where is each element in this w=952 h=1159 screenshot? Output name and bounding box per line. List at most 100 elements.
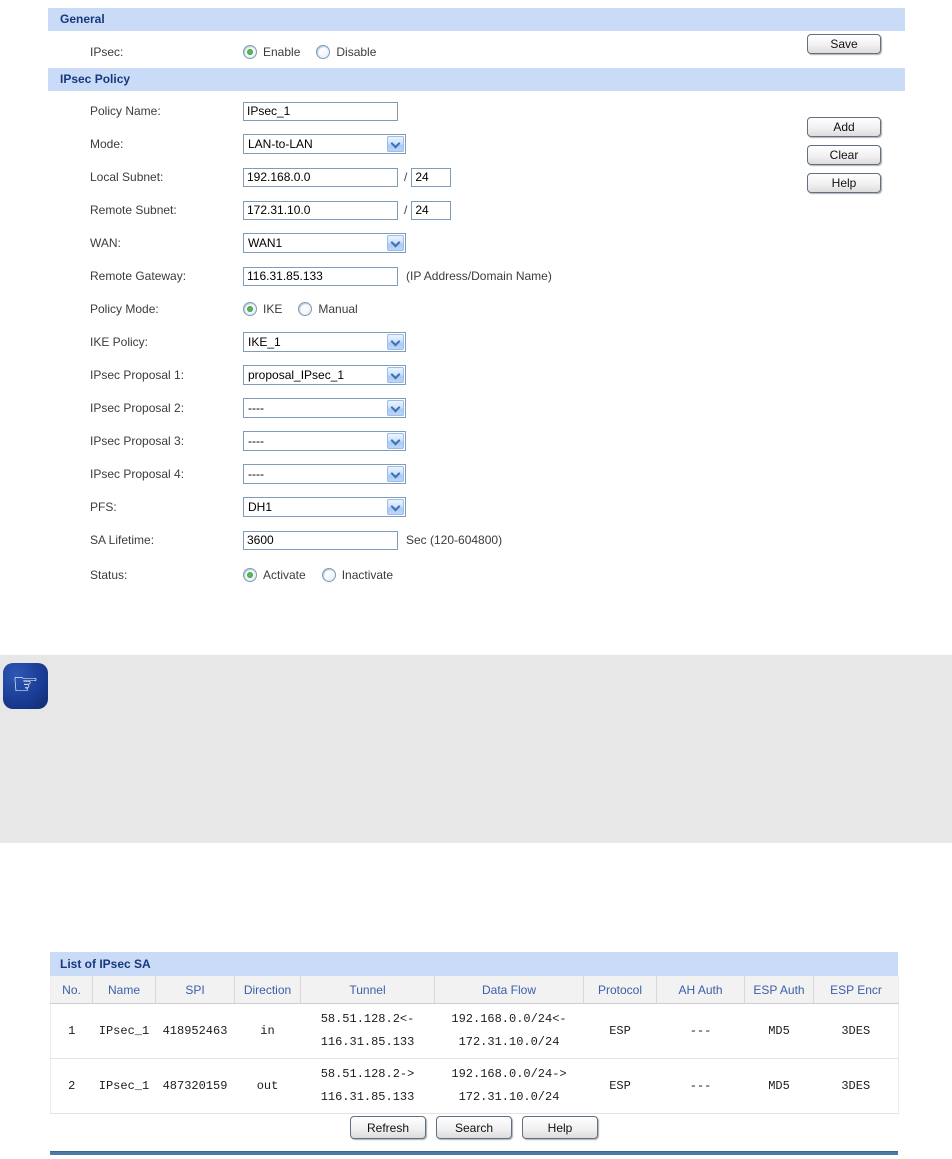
ipsec-sa-table: No. Name SPI Direction Tunnel Data Flow … — [50, 976, 899, 1114]
local-subnet-ip-input[interactable] — [243, 167, 398, 187]
tips-band: ☞ — [0, 655, 952, 843]
ipsec-proposal-2-label: IPsec Proposal 2: — [90, 401, 185, 415]
chevron-down-icon — [387, 235, 404, 251]
cell-spi: 487320159 — [155, 1058, 235, 1114]
status-label: Status: — [90, 568, 128, 582]
table-header-row: No. Name SPI Direction Tunnel Data Flow … — [50, 976, 899, 1004]
table-row: 1 IPsec_1 418952463 in 58.51.128.2<- 116… — [50, 1003, 899, 1059]
local-subnet-mask-input[interactable] — [411, 167, 452, 187]
sa-lifetime-input[interactable] — [243, 530, 398, 550]
ipsec-proposal-2-select[interactable]: ---- — [243, 398, 406, 418]
add-button[interactable]: Add — [807, 117, 881, 137]
col-header-ah-auth: AH Auth — [656, 976, 745, 1004]
cell-ah-auth: --- — [656, 1058, 745, 1114]
ipsec-proposal-2-select-value: ---- — [248, 401, 264, 415]
remote-subnet-ip-input[interactable] — [243, 200, 398, 220]
cell-esp-auth: MD5 — [744, 1058, 814, 1114]
sa-lifetime-note: Sec (120-604800) — [406, 533, 503, 547]
status-inactivate-radio-label: Inactivate — [341, 568, 394, 582]
clear-button[interactable]: Clear — [807, 145, 881, 165]
bottom-divider — [50, 1151, 898, 1155]
save-button[interactable]: Save — [807, 34, 881, 54]
policy-name-label: Policy Name: — [90, 104, 161, 118]
cell-dataflow: 192.168.0.0/24-> 172.31.10.0/24 — [434, 1058, 584, 1114]
col-header-spi: SPI — [155, 976, 235, 1004]
col-header-protocol: Protocol — [583, 976, 657, 1004]
help-button[interactable]: Help — [807, 173, 881, 193]
ipsec-settings-page: General IPsec: Enable Disable Save IPsec… — [0, 0, 952, 1159]
status-activate-radio[interactable] — [243, 568, 257, 582]
remote-gateway-label: Remote Gateway: — [90, 269, 187, 283]
cell-name: IPsec_1 — [92, 1003, 156, 1059]
wan-label: WAN: — [90, 236, 121, 250]
general-section-title: General — [60, 12, 105, 26]
ipsec-proposal-3-select-value: ---- — [248, 434, 264, 448]
col-header-no: No. — [50, 976, 93, 1004]
ipsec-policy-section-title: IPsec Policy — [60, 72, 131, 86]
status-activate-radio-label: Activate — [263, 568, 306, 582]
wan-select[interactable]: WAN1 — [243, 233, 406, 253]
ipsec-proposal-4-select[interactable]: ---- — [243, 464, 406, 484]
search-button[interactable]: Search — [436, 1116, 512, 1139]
status-inactivate-radio[interactable] — [321, 568, 336, 582]
ipsec-proposal-3-label: IPsec Proposal 3: — [90, 434, 185, 448]
table-row: 2 IPsec_1 487320159 out 58.51.128.2-> 11… — [50, 1058, 899, 1114]
cell-no: 1 — [50, 1003, 93, 1059]
policy-mode-manual-radio[interactable] — [298, 302, 313, 316]
remote-subnet-separator: / — [404, 203, 408, 217]
pfs-select-value: DH1 — [248, 500, 273, 514]
cell-direction: out — [234, 1058, 301, 1114]
cell-esp-encr: 3DES — [813, 1003, 899, 1059]
pfs-label: PFS: — [90, 500, 117, 514]
cell-ah-auth: --- — [656, 1003, 745, 1059]
mode-label: Mode: — [90, 137, 124, 151]
sa-table-header-bar: List of IPsec SA — [50, 952, 898, 976]
cell-no: 2 — [50, 1058, 93, 1114]
cell-direction: in — [234, 1003, 301, 1059]
col-header-dataflow: Data Flow — [434, 976, 584, 1004]
ipsec-proposal-1-label: IPsec Proposal 1: — [90, 368, 185, 382]
ipsec-enable-radio[interactable] — [243, 45, 257, 59]
cell-protocol: ESP — [583, 1058, 657, 1114]
ipsec-proposal-4-label: IPsec Proposal 4: — [90, 467, 185, 481]
chevron-down-icon — [387, 466, 404, 482]
policy-mode-ike-radio[interactable] — [243, 302, 257, 316]
pointing-hand-icon: ☞ — [3, 663, 48, 709]
refresh-button[interactable]: Refresh — [350, 1116, 426, 1139]
ipsec-proposal-3-select[interactable]: ---- — [243, 431, 406, 451]
remote-gateway-note: (IP Address/Domain Name) — [406, 269, 552, 283]
ipsec-disable-radio-label: Disable — [336, 45, 377, 59]
ipsec-label: IPsec: — [90, 45, 124, 59]
remote-gateway-input[interactable] — [243, 266, 398, 286]
policy-mode-manual-radio-label: Manual — [318, 302, 358, 316]
cell-protocol: ESP — [583, 1003, 657, 1059]
mode-select-value: LAN-to-LAN — [248, 137, 313, 151]
policy-name-input[interactable] — [243, 101, 398, 121]
local-subnet-separator: / — [404, 170, 408, 184]
ipsec-proposal-1-select[interactable]: proposal_IPsec_1 — [243, 365, 406, 385]
ike-policy-select-value: IKE_1 — [248, 335, 281, 349]
cell-tunnel: 58.51.128.2-> 116.31.85.133 — [300, 1058, 435, 1114]
cell-tunnel: 58.51.128.2<- 116.31.85.133 — [300, 1003, 435, 1059]
chevron-down-icon — [387, 367, 404, 383]
sa-table-title: List of IPsec SA — [60, 957, 151, 971]
cell-dataflow: 192.168.0.0/24<- 172.31.10.0/24 — [434, 1003, 584, 1059]
chevron-down-icon — [387, 499, 404, 515]
remote-subnet-mask-input[interactable] — [411, 200, 452, 220]
chevron-down-icon — [387, 400, 404, 416]
col-header-direction: Direction — [234, 976, 301, 1004]
ipsec-sa-section: List of IPsec SA No. Name SPI Direction … — [50, 952, 899, 1114]
ike-policy-select[interactable]: IKE_1 — [243, 332, 406, 352]
policy-mode-ike-radio-label: IKE — [263, 302, 283, 316]
sa-table-actions: Refresh Search Help — [50, 1116, 898, 1139]
ike-policy-label: IKE Policy: — [90, 335, 149, 349]
mode-select[interactable]: LAN-to-LAN — [243, 134, 406, 154]
pfs-select[interactable]: DH1 — [243, 497, 406, 517]
cell-spi: 418952463 — [155, 1003, 235, 1059]
ipsec-disable-radio[interactable] — [316, 45, 331, 59]
sa-help-button[interactable]: Help — [522, 1116, 598, 1139]
col-header-tunnel: Tunnel — [300, 976, 435, 1004]
cell-esp-encr: 3DES — [813, 1058, 899, 1114]
general-section-header: General — [48, 8, 905, 31]
wan-select-value: WAN1 — [248, 236, 283, 250]
